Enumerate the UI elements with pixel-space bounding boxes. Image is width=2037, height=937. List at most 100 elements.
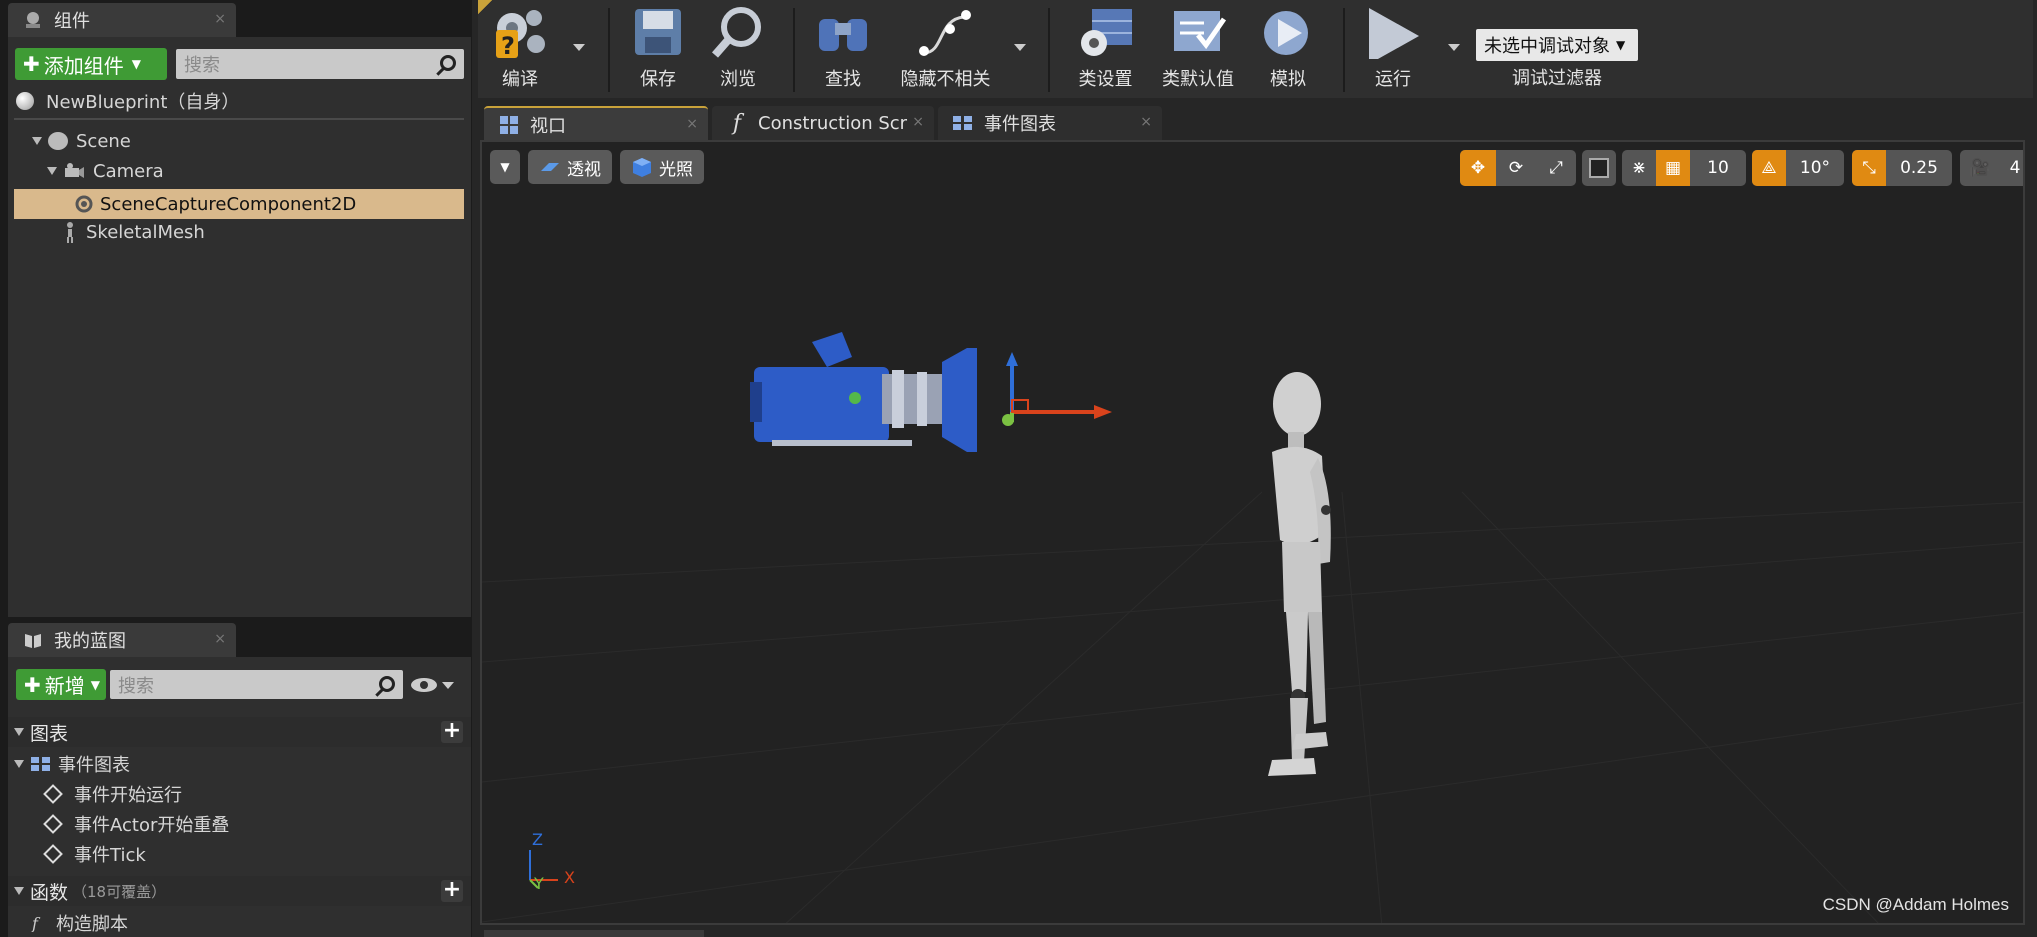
tab-label: Construction Script bbox=[758, 112, 908, 134]
close-icon[interactable]: × bbox=[1140, 114, 1152, 130]
find-label: 查找 bbox=[825, 69, 861, 90]
event-item[interactable]: 事件Tick bbox=[42, 841, 146, 867]
rotate-mode-button[interactable]: ⟳ bbox=[1496, 150, 1536, 186]
lighting-button[interactable]: 光照 bbox=[620, 150, 704, 184]
compile-button[interactable]: ? 编译 bbox=[480, 4, 560, 96]
tab-viewport[interactable]: 视口 × bbox=[484, 106, 708, 142]
camera-speed-value[interactable]: 4 bbox=[2000, 150, 2023, 186]
class-settings-button[interactable]: 类设置 bbox=[1058, 4, 1153, 96]
add-component-label: 添加组件 bbox=[43, 53, 124, 78]
event-graph-icon bbox=[31, 757, 50, 771]
toolbar-separator bbox=[793, 8, 795, 92]
coordinate-space-group bbox=[1582, 150, 1616, 186]
save-button[interactable]: 保存 bbox=[618, 4, 698, 96]
event-item[interactable]: 事件Actor开始重叠 bbox=[42, 811, 229, 837]
event-label: 事件Actor开始重叠 bbox=[74, 815, 230, 836]
tab-construction-script[interactable]: f Construction Script × bbox=[712, 106, 934, 140]
grid-snap-value[interactable]: 10 bbox=[1690, 150, 1746, 186]
search-placeholder: 搜索 bbox=[184, 55, 220, 76]
construction-script-item[interactable]: f 构造脚本 bbox=[28, 910, 128, 936]
svg-text:?: ? bbox=[501, 32, 515, 59]
translate-mode-button[interactable]: ✥ bbox=[1460, 150, 1496, 186]
functions-category[interactable]: 函数 （18可覆盖） + bbox=[8, 876, 471, 906]
blueprint-root-item[interactable]: NewBlueprint（自身） bbox=[16, 89, 239, 113]
rotation-snap-value[interactable]: 10° bbox=[1786, 150, 1844, 186]
lit-cube-icon bbox=[633, 158, 651, 177]
plus-icon: ✚ bbox=[24, 672, 41, 697]
tree-item-label: SkeletalMesh bbox=[86, 221, 205, 243]
debug-object-select[interactable]: 未选中调试对象 ▼ bbox=[1476, 29, 1638, 61]
close-icon[interactable]: × bbox=[912, 114, 924, 130]
perspective-button[interactable]: 透视 bbox=[528, 150, 612, 184]
scene-capture-icon bbox=[75, 195, 93, 213]
tree-item-scene[interactable]: Scene bbox=[32, 129, 131, 153]
event-item[interactable]: 事件开始运行 bbox=[42, 781, 182, 807]
event-label: 事件Tick bbox=[74, 845, 146, 866]
event-graph-icon bbox=[952, 112, 974, 134]
camera-speed-group: 🎥 4 bbox=[1960, 150, 2023, 186]
chevron-down-icon: ▼ bbox=[500, 160, 510, 174]
play-options-dropdown[interactable] bbox=[1448, 44, 1460, 51]
sphere-icon bbox=[16, 92, 34, 110]
close-icon[interactable]: × bbox=[686, 116, 698, 132]
find-button[interactable]: 查找 bbox=[803, 4, 883, 96]
world-local-button[interactable] bbox=[1582, 150, 1616, 186]
play-button[interactable]: 运行 bbox=[1353, 4, 1433, 96]
add-function-button[interactable]: + bbox=[441, 879, 463, 902]
tree-item-skeletal-mesh[interactable]: SkeletalMesh bbox=[62, 219, 205, 245]
class-defaults-button[interactable]: 类默认值 bbox=[1153, 4, 1243, 96]
tree-item-scene-capture[interactable]: SceneCaptureComponent2D bbox=[14, 189, 464, 219]
eye-icon bbox=[411, 678, 454, 692]
event-icon bbox=[43, 784, 63, 804]
new-button[interactable]: ✚ 新增 ▼ bbox=[16, 669, 106, 700]
surface-snap-button[interactable]: ⋇ bbox=[1622, 150, 1656, 186]
event-icon bbox=[43, 844, 63, 864]
event-graph-label: 事件图表 bbox=[58, 755, 130, 776]
close-icon[interactable]: × bbox=[214, 11, 226, 27]
tab-components[interactable]: 组件 × bbox=[8, 3, 236, 37]
add-graph-button[interactable]: + bbox=[441, 720, 463, 743]
chevron-down-icon: ▼ bbox=[1616, 38, 1626, 52]
rotation-snap-toggle[interactable]: ⟁ bbox=[1752, 150, 1786, 186]
tab-event-graph[interactable]: 事件图表 × bbox=[938, 106, 1162, 140]
class-settings-label: 类设置 bbox=[1078, 69, 1133, 90]
graphs-category[interactable]: 图表 + bbox=[8, 717, 471, 747]
chevron-down-icon: ▼ bbox=[131, 57, 141, 71]
scale-snap-toggle[interactable]: ⤡ bbox=[1852, 150, 1886, 186]
expand-arrow-icon bbox=[14, 887, 24, 895]
viewport-options-button[interactable]: ▼ bbox=[490, 150, 520, 184]
camera-icon bbox=[65, 163, 84, 178]
components-search-input[interactable]: 搜索 bbox=[176, 49, 464, 79]
move-icon: ✥ bbox=[1470, 158, 1486, 178]
camera-speed-button[interactable]: 🎥 bbox=[1960, 150, 2000, 186]
add-component-button[interactable]: ✚ 添加组件 ▼ bbox=[15, 48, 167, 80]
toolbar-separator bbox=[1343, 8, 1345, 92]
hide-unrelated-dropdown[interactable] bbox=[1014, 44, 1026, 51]
event-graph-item[interactable]: 事件图表 bbox=[14, 751, 130, 777]
hide-unrelated-button[interactable]: 隐藏不相关 bbox=[883, 4, 1008, 96]
save-icon bbox=[635, 9, 681, 55]
scale-snap-value[interactable]: 0.25 bbox=[1886, 150, 1952, 186]
chevron-down-icon: ▼ bbox=[90, 677, 100, 692]
bottom-tab-stub bbox=[484, 930, 704, 937]
watermark: CSDN @Addam Holmes bbox=[1822, 895, 2009, 914]
functions-label: 函数 bbox=[30, 881, 69, 904]
blueprint-search-input[interactable]: 搜索 bbox=[110, 670, 403, 699]
compile-options-dropdown[interactable] bbox=[573, 44, 585, 51]
scale-arrow-icon: ⤡ bbox=[1862, 158, 1876, 178]
simulate-button[interactable]: 模拟 bbox=[1248, 4, 1328, 96]
viewport[interactable]: ▼ 透视 光照 ✥ ⟳ ⤢ ⋇ ▦ 10 ⟁ 10° ⤡ 0.25 🎥 4 Z … bbox=[480, 140, 2025, 925]
view-options-button[interactable] bbox=[410, 674, 458, 696]
tab-label: 事件图表 bbox=[984, 114, 1056, 135]
close-icon[interactable]: × bbox=[214, 631, 226, 647]
tree-item-camera[interactable]: Camera bbox=[47, 159, 164, 183]
tab-my-blueprint[interactable]: 我的蓝图 × bbox=[8, 623, 236, 657]
search-icon bbox=[379, 676, 395, 692]
scale-mode-button[interactable]: ⤢ bbox=[1536, 150, 1576, 186]
browse-icon bbox=[711, 7, 761, 58]
perspective-label: 透视 bbox=[567, 159, 601, 180]
components-icon bbox=[22, 9, 44, 31]
grid-icon: ▦ bbox=[1664, 158, 1682, 178]
grid-snap-toggle[interactable]: ▦ bbox=[1656, 150, 1690, 186]
browse-button[interactable]: 浏览 bbox=[698, 4, 778, 96]
